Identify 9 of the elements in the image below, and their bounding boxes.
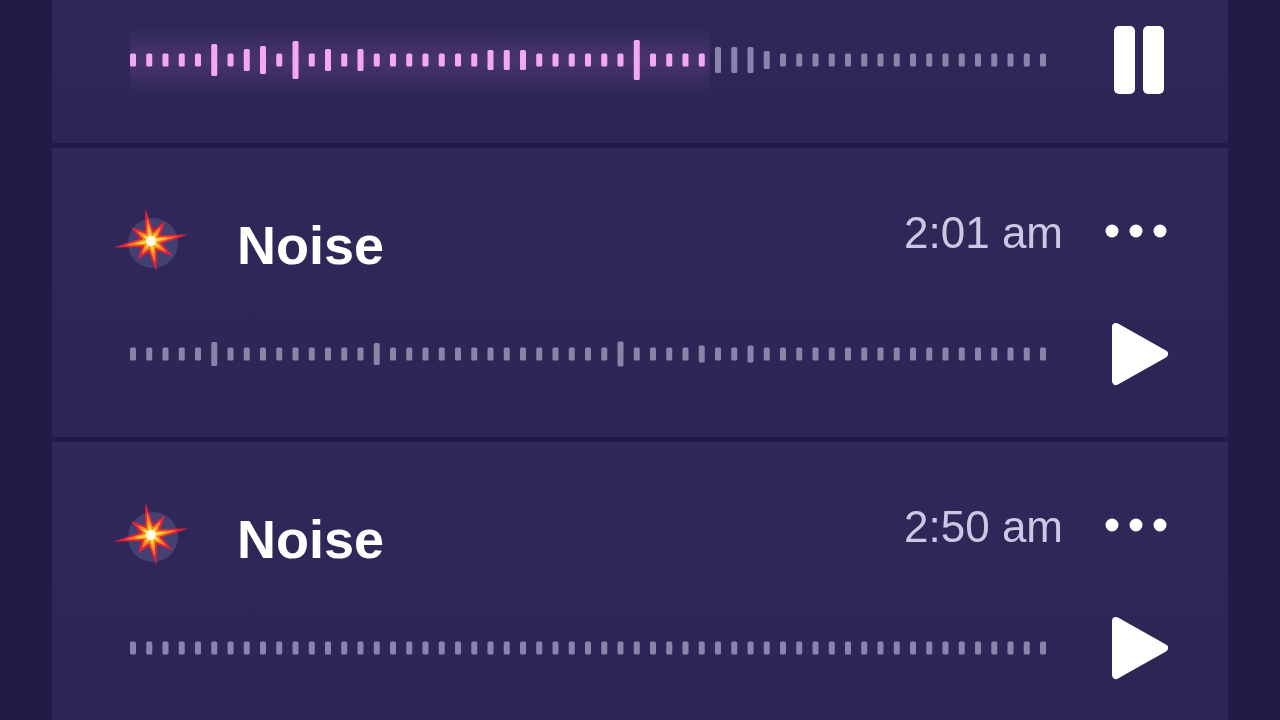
recording-time: 2:01 am <box>904 211 1063 255</box>
more-button[interactable] <box>1105 518 1167 532</box>
recording-title: Noise <box>237 218 385 272</box>
recording-time: 2:50 am <box>904 505 1063 549</box>
more-button[interactable] <box>1105 224 1167 238</box>
recording-title: Noise <box>237 512 385 566</box>
more-icon <box>1105 224 1167 238</box>
more-icon <box>1105 518 1167 532</box>
pause-icon <box>1114 26 1164 94</box>
